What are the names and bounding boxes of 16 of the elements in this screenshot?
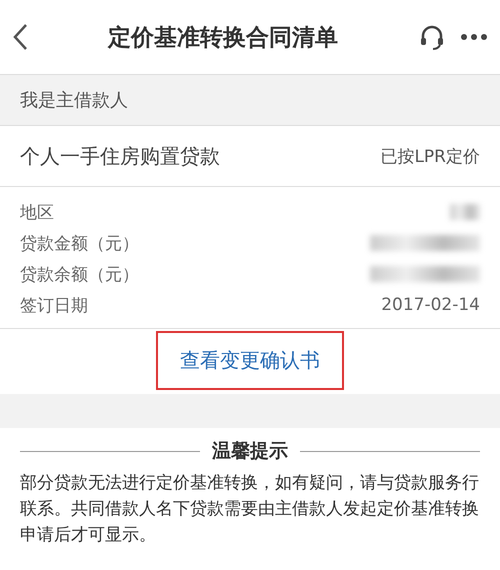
confirmation-link[interactable]: 查看变更确认书 [156,331,344,390]
detail-label: 地区 [20,202,54,224]
back-icon[interactable] [12,23,28,51]
headset-icon[interactable] [418,23,446,51]
loan-name: 个人一手住房购置贷款 [20,142,220,170]
loan-status: 已按LPR定价 [380,146,480,168]
detail-value: 2017-02-14 [381,295,480,315]
page-title: 定价基准转换合同清单 [106,24,339,52]
notice-title: 温馨提示 [212,439,288,464]
section-label: 我是主借款人 [20,89,128,112]
detail-label: 签订日期 [20,294,88,316]
detail-label: 贷款余额（元） [20,264,139,286]
detail-label: 贷款金额（元） [20,232,139,254]
blurred-value [450,204,480,220]
more-icon[interactable] [460,33,488,41]
notice-text: 部分贷款无法进行定价基准转换，如有疑问，请与贷款服务行联系。共同借款人名下贷款需要由主借款人发起定价基准转换申请后才可显示。 [19,472,480,547]
